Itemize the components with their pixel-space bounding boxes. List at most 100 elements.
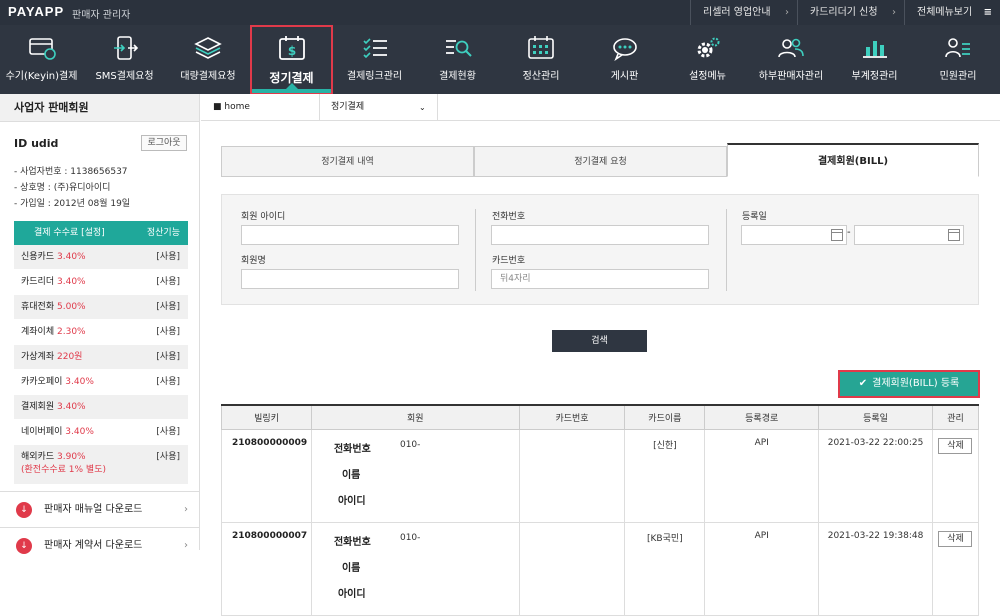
divider [726, 209, 727, 291]
fee-pct: 3.40% [57, 252, 86, 262]
fee-name: 카드리더 [21, 277, 55, 287]
col-header: 등록일 [818, 404, 933, 430]
divider [437, 94, 438, 121]
download-icon: ↓ [16, 538, 32, 554]
fee-pct: 220원 [57, 352, 83, 362]
fee-use: [사용] [156, 327, 180, 337]
calendar-icon[interactable] [948, 229, 960, 241]
home-label: home [224, 102, 250, 112]
date-to-input[interactable] [854, 225, 964, 245]
sidebar-title: 사업자 판매회원 [0, 94, 199, 122]
nav-board[interactable]: 게시판 [583, 25, 666, 94]
fee-pct: 3.90% [57, 452, 86, 462]
nav-sub-account[interactable]: 부계정관리 [833, 25, 916, 94]
col-header: 카드이름 [624, 404, 706, 430]
nav-label: 부계정관리 [851, 71, 898, 82]
nav-bulk-payment[interactable]: 대량결제요청 [166, 25, 250, 94]
fee-pct: 5.00% [57, 302, 86, 312]
phone-label: 전화번호 [333, 536, 371, 548]
user-id: ID udid [14, 137, 58, 150]
col-header: 회원 [310, 404, 520, 430]
fee-name: 계좌이체 [21, 327, 55, 337]
breadcrumb-current[interactable]: 정기결제 [331, 94, 364, 121]
delete-button[interactable]: 삭제 [938, 530, 973, 547]
nav-payment-status[interactable]: 결제현황 [416, 25, 499, 94]
contract-download-link[interactable]: ↓ 판매자 계약서 다운로드 › [0, 527, 200, 563]
manage-cell: 삭제 [931, 521, 980, 616]
nav-label: 수기(Keyin)결제 [5, 71, 78, 82]
fee-note: (환전수수료 1% 별도) [21, 465, 106, 475]
bar-chart-icon [862, 41, 887, 58]
date-from-input[interactable] [741, 225, 847, 245]
mobile-send-icon [113, 36, 138, 60]
nav-sub-seller[interactable]: 하부판매자관리 [749, 25, 833, 94]
fee-row: 계좌이체 2.30% [사용] [14, 320, 188, 345]
search-button[interactable]: 검색 [552, 330, 647, 352]
nav-sms-payment[interactable]: SMS결제요청 [83, 25, 166, 94]
nav-complaints[interactable]: 민원관리 [916, 25, 1000, 94]
calendar-icon[interactable] [831, 229, 843, 241]
manual-download-link[interactable]: ↓ 판매자 매뉴얼 다운로드 › [0, 491, 200, 527]
id-label: 아이디 [337, 588, 366, 600]
fee-use: [사용] [156, 277, 180, 287]
fee-row: 카카오페이 3.40% [사용] [14, 370, 188, 395]
reseller-guide-label: 리셀러 영업안내 [703, 7, 771, 18]
member-name-input[interactable] [241, 269, 459, 289]
card-number [518, 428, 626, 523]
member-id-input[interactable] [241, 225, 459, 245]
logout-button[interactable]: 로그아웃 [141, 135, 187, 151]
fee-name: 결제회원 [21, 402, 55, 412]
fee-use: [사용] [156, 377, 180, 387]
fee-use: [사용] [156, 252, 180, 262]
fee-header[interactable]: 결제 수수료 [설정] 정산기능 [14, 221, 188, 245]
active-indicator [252, 89, 331, 93]
nav-settlement[interactable]: 정산관리 [499, 25, 583, 94]
phone-input[interactable] [491, 225, 709, 245]
fee-header-left: 결제 수수료 [설정] [34, 228, 105, 238]
nav-label: 정산관리 [522, 71, 560, 82]
fee-use: [사용] [156, 452, 180, 462]
phone-value: 010- [399, 532, 421, 543]
calendar-grid-icon [528, 36, 554, 59]
fee-use: [사용] [156, 352, 180, 362]
fee-pct: 3.40% [65, 377, 94, 387]
fee-row: 해외카드 3.90% (환전수수료 1% 별도) [사용] [14, 445, 188, 485]
chevron-right-icon: › [892, 7, 896, 18]
card-number [518, 521, 626, 616]
fee-name: 신용카드 [21, 252, 55, 262]
id-value: udid [31, 137, 59, 150]
nav-label: 결제현황 [439, 71, 476, 82]
name-label: 이름 [341, 469, 361, 481]
card-number-input[interactable]: 뒤4자리 [491, 269, 709, 289]
breadcrumb: ■ home 정기결제 ⌄ [201, 94, 1000, 121]
reseller-guide-link[interactable]: 리셀러 영업안내 › [690, 0, 797, 25]
search-list-icon [445, 40, 472, 57]
tab-billing-members[interactable]: 결제회원(BILL) [727, 143, 979, 177]
member-cell: 전화번호 010- 이름 아이디 [310, 521, 520, 616]
register-billing-member-button[interactable]: ✔ 결제회원(BILL) 등록 [838, 370, 980, 398]
breadcrumb-home[interactable]: ■ home [213, 94, 250, 121]
card-reader-link[interactable]: 카드리더기 신청 › [797, 0, 904, 25]
chevron-down-icon[interactable]: ⌄ [419, 94, 426, 121]
col-header: 등록경로 [704, 404, 820, 430]
nav-settings[interactable]: 설정메뉴 [666, 25, 749, 94]
delete-button[interactable]: 삭제 [938, 437, 973, 454]
phone-label: 전화번호 [333, 443, 371, 455]
company-name: - 상호명 : (주)유디아이디 [14, 183, 111, 193]
fee-row: 휴대전화 5.00% [사용] [14, 295, 188, 320]
tab-recurring-request[interactable]: 정기결제 요청 [474, 146, 727, 177]
fee-pct: 2.30% [57, 327, 86, 337]
all-menu-link[interactable]: 전체메뉴보기 ≡ [904, 0, 1000, 25]
check-icon: ✔ [858, 378, 868, 389]
phone-label: 전화번호 [492, 212, 526, 222]
nav-label: 하부판매자관리 [758, 71, 824, 82]
nav-label: 결제링크관리 [346, 71, 403, 82]
chevron-right-icon: › [184, 504, 188, 515]
tab-recurring-history[interactable]: 정기결제 내역 [221, 146, 474, 177]
date-separator: - [847, 227, 851, 238]
reg-route: API [704, 428, 820, 523]
card-name: [KB국민] [624, 521, 706, 616]
nav-payment-link[interactable]: 결제링크관리 [333, 25, 416, 94]
nav-keyin-payment[interactable]: 수기(Keyin)결제 [0, 25, 83, 94]
logo[interactable]: PAYAPP [8, 4, 64, 19]
